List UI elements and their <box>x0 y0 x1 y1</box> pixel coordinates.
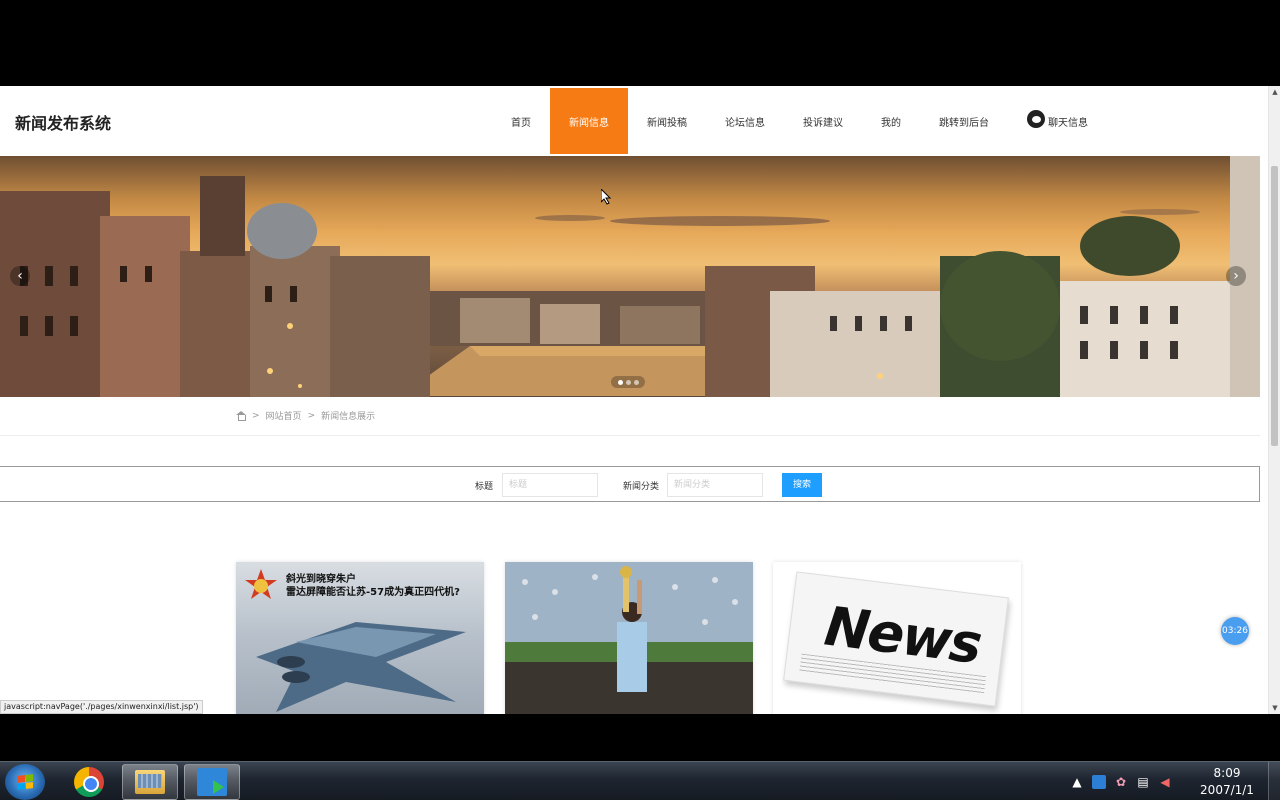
system-tray: ▲ ✿ ▤ ◀ <box>1070 762 1172 800</box>
search-button[interactable]: 搜索 <box>782 473 822 497</box>
football-photo-image <box>505 562 753 714</box>
taskbar-chrome[interactable] <box>61 764 117 800</box>
mouse-cursor-icon <box>601 189 612 205</box>
browser-viewport: 新闻发布系统 首页 新闻信息 新闻投稿 论坛信息 投诉建议 我的 跳转到后台 聊… <box>0 86 1280 714</box>
newspaper-image: News <box>783 571 1009 707</box>
banner-image <box>0 156 1260 397</box>
home-icon[interactable] <box>236 410 246 421</box>
status-bar-url: javascript:navPage('./pages/xinwenxinxi/… <box>0 700 203 714</box>
nav-item-news[interactable]: 新闻信息 <box>550 88 628 154</box>
banner-dot[interactable] <box>625 379 631 385</box>
banner-dot[interactable] <box>617 379 623 385</box>
tray-expand-icon[interactable]: ▲ <box>1070 775 1084 789</box>
site-header: 新闻发布系统 首页 新闻信息 新闻投稿 论坛信息 投诉建议 我的 跳转到后台 聊… <box>0 86 1268 156</box>
folder-icon <box>135 770 165 794</box>
clock-date: 2007/1/1 <box>1200 783 1254 797</box>
clock-time: 8:09 <box>1213 766 1241 780</box>
clock[interactable]: 8:09 2007/1/1 <box>1196 765 1258 799</box>
scrollbar-thumb[interactable] <box>1271 166 1278 446</box>
category-input[interactable] <box>667 473 763 497</box>
nav-item-forum[interactable]: 论坛信息 <box>706 88 784 154</box>
news-card[interactable]: 斜光到晓穿朱户 雷达屏障能否让苏-57成为真正四代机? <box>236 562 484 714</box>
taskbar-media-app[interactable] <box>184 764 240 800</box>
nav-item-submit-news[interactable]: 新闻投稿 <box>628 88 706 154</box>
wechat-icon <box>1027 110 1045 128</box>
breadcrumb-separator: > <box>252 410 260 421</box>
volume-muted-icon[interactable]: ◀ <box>1158 775 1172 789</box>
nav-item-complaints[interactable]: 投诉建议 <box>784 88 862 154</box>
main-nav: 首页 新闻信息 新闻投稿 论坛信息 投诉建议 我的 跳转到后台 聊天信息 <box>492 88 1107 154</box>
banner-prev-button[interactable]: ‹ <box>10 266 30 286</box>
timer-badge[interactable]: 03:26 <box>1221 617 1249 645</box>
nav-item-chat-label: 聊天信息 <box>1048 117 1088 129</box>
breadcrumb-home[interactable]: 网站首页 <box>266 409 302 422</box>
scroll-down-icon[interactable]: ▼ <box>1269 702 1280 714</box>
breadcrumb: > 网站首页 > 新闻信息展示 <box>236 409 375 422</box>
screen: 新闻发布系统 首页 新闻信息 新闻投稿 论坛信息 投诉建议 我的 跳转到后台 聊… <box>0 0 1280 800</box>
breadcrumb-separator: > <box>307 410 316 421</box>
scroll-up-icon[interactable]: ▲ <box>1269 86 1280 98</box>
taskbar: ▲ ✿ ▤ ◀ 8:09 2007/1/1 <box>0 761 1280 800</box>
media-app-icon <box>197 768 227 796</box>
site-title: 新闻发布系统 <box>15 114 112 133</box>
banner-dot[interactable] <box>633 379 639 385</box>
vertical-scrollbar[interactable]: ▲ ▼ <box>1268 86 1280 714</box>
breadcrumb-current: 新闻信息展示 <box>321 412 376 422</box>
windows-logo-icon <box>17 774 33 790</box>
nav-item-home[interactable]: 首页 <box>492 88 550 154</box>
title-label: 标题 <box>475 482 494 492</box>
nav-item-admin[interactable]: 跳转到后台 <box>920 88 1008 154</box>
nav-item-mine[interactable]: 我的 <box>862 88 920 154</box>
network-icon[interactable] <box>1092 774 1106 789</box>
banner-dots <box>611 376 645 388</box>
taskbar-explorer[interactable] <box>122 764 178 800</box>
title-input[interactable] <box>502 473 598 497</box>
news-card[interactable]: News <box>773 562 1021 714</box>
divider <box>0 435 1260 436</box>
banner-next-button[interactable]: › <box>1226 266 1246 286</box>
fighter-jet-image <box>256 622 466 712</box>
show-desktop-button[interactable] <box>1268 762 1280 800</box>
chrome-icon <box>74 767 104 797</box>
banner-carousel[interactable]: ‹ › <box>0 156 1260 397</box>
clipboard-icon[interactable]: ▤ <box>1136 775 1150 789</box>
flower-icon[interactable]: ✿ <box>1114 775 1128 789</box>
start-button[interactable] <box>5 764 45 800</box>
category-label: 新闻分类 <box>623 482 660 492</box>
nav-item-chat[interactable]: 聊天信息 <box>1008 88 1107 154</box>
news-card[interactable] <box>505 562 753 714</box>
search-bar: 标题 新闻分类 搜索 <box>0 466 1260 502</box>
